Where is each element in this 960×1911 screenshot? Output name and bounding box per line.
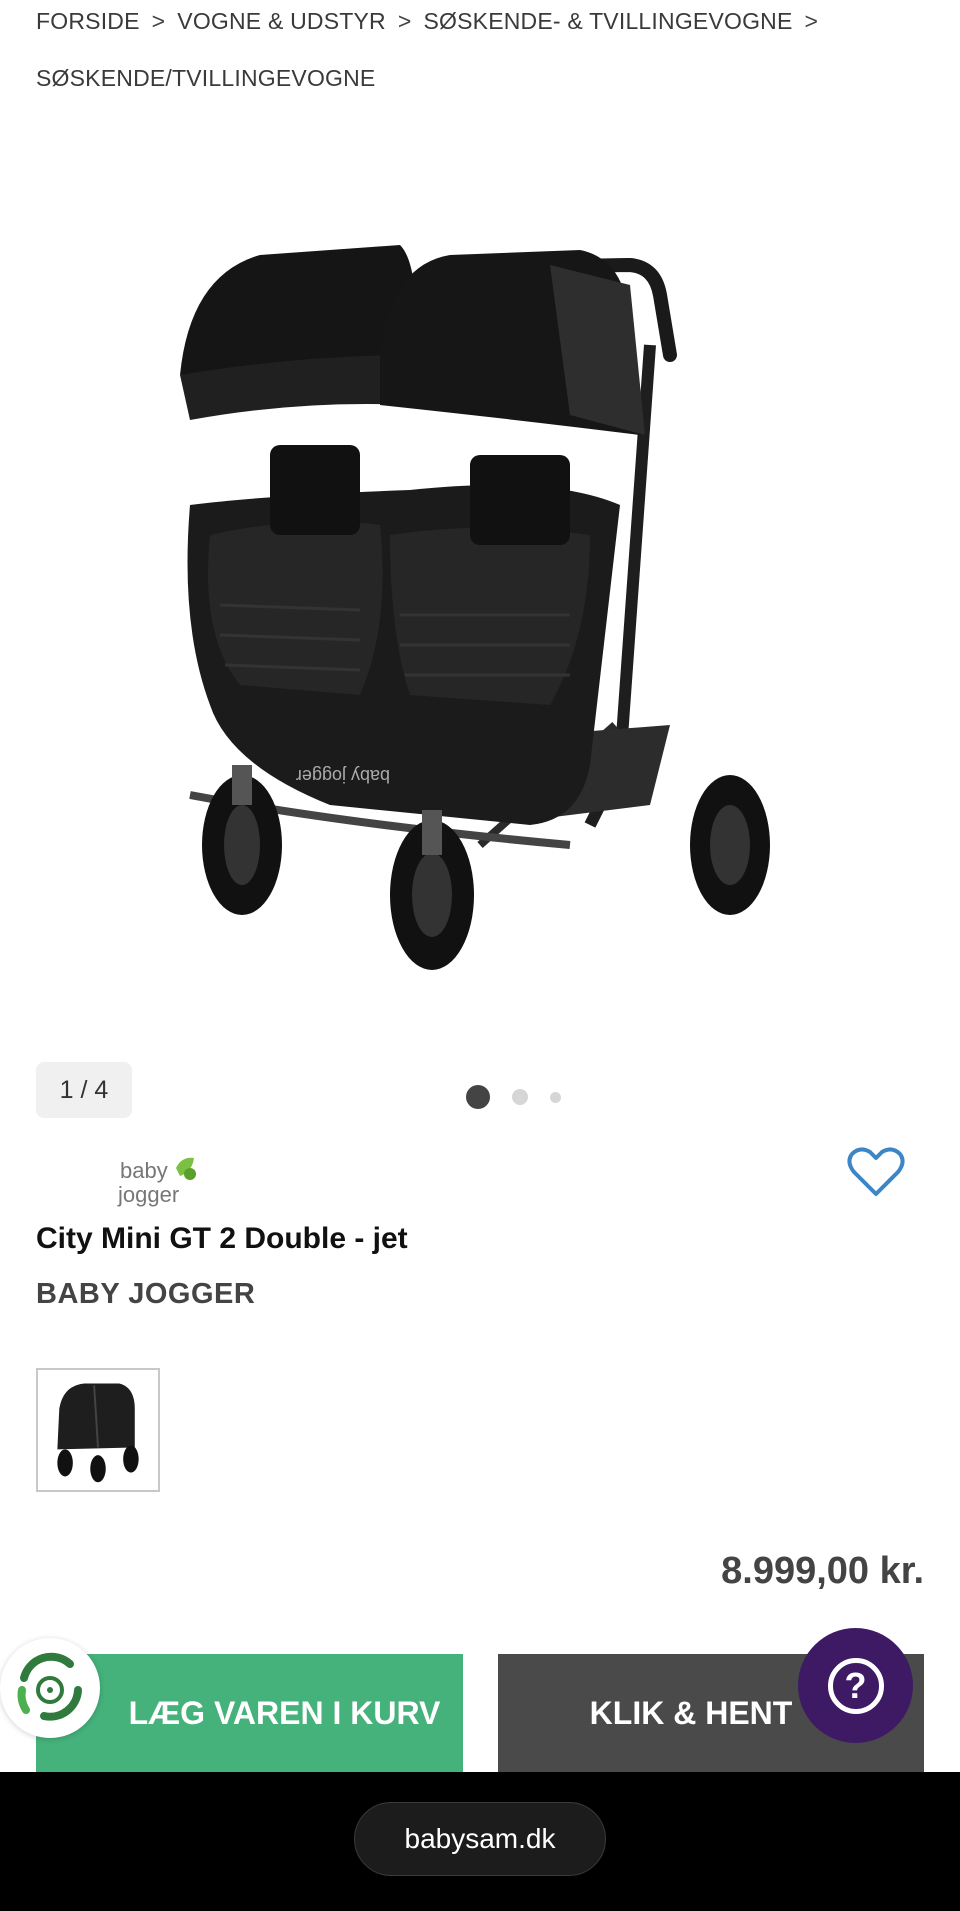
product-image[interactable]: baby jogger — [150, 205, 810, 1015]
svg-text:jogger: jogger — [117, 1182, 179, 1207]
product-brand[interactable]: BABY JOGGER — [36, 1278, 255, 1311]
product-title: City Mini GT 2 Double - jet — [36, 1222, 408, 1255]
breadcrumb-current[interactable]: SØSKENDE/TVILLINGEVOGNE — [36, 65, 375, 91]
product-price: 8.999,00 kr. — [721, 1550, 924, 1592]
gallery-dot[interactable] — [512, 1089, 528, 1105]
heart-icon[interactable] — [846, 1146, 906, 1198]
help-icon: ? — [827, 1657, 884, 1714]
gallery-dot-active[interactable] — [466, 1085, 490, 1109]
breadcrumb-link-forside[interactable]: FORSIDE — [36, 8, 140, 34]
gallery-pagination — [466, 1083, 583, 1111]
breadcrumb-row: SØSKENDE/TVILLINGEVOGNE — [36, 65, 375, 92]
breadcrumb-link-vogne-udstyr[interactable]: VOGNE & UDSTYR — [177, 8, 386, 34]
breadcrumb-link-soeskende-tvillingevogne[interactable]: SØSKENDE- & TVILLINGEVOGNE — [423, 8, 792, 34]
add-to-cart-button[interactable]: LÆG VAREN I KURV — [36, 1654, 463, 1772]
gallery-dot[interactable] — [550, 1091, 561, 1103]
gallery-counter: 1 / 4 — [36, 1062, 132, 1118]
breadcrumb-separator: > — [804, 8, 819, 34]
recycle-icon[interactable] — [0, 1638, 100, 1738]
brand-logo: baby jogger — [117, 1157, 196, 1207]
breadcrumb-separator: > — [151, 8, 166, 34]
help-button[interactable]: ? — [798, 1628, 913, 1743]
product-gallery[interactable]: baby jogger — [0, 150, 960, 1050]
address-bar[interactable]: babysam.dk — [354, 1802, 606, 1876]
browser-toolbar: babysam.dk — [0, 1772, 960, 1911]
svg-text:baby jogger: baby jogger — [296, 766, 390, 786]
breadcrumb-row: FORSIDE > VOGNE & UDSTYR > SØSKENDE- & TVILL… — [36, 8, 830, 35]
gallery-thumbnail[interactable] — [36, 1368, 160, 1492]
svg-text:baby: baby — [120, 1158, 168, 1183]
breadcrumb-separator: > — [397, 8, 412, 34]
